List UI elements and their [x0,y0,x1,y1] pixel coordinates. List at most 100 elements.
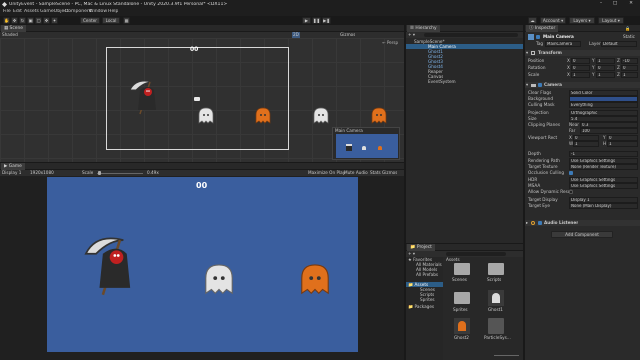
scene-gizmos-dropdown[interactable]: Gizmos [340,32,355,38]
camera-header[interactable]: ▾ Camera [525,82,640,88]
maximize-button[interactable]: □ [610,1,620,7]
tab-hierarchy[interactable]: ☰ Hierarchy [407,25,440,32]
resolution-dropdown[interactable]: 1920x1080 [30,170,54,176]
scale-slider-thumb[interactable] [98,171,101,175]
grid-snap-button[interactable]: ▦ [123,17,130,24]
near-field[interactable]: 0.3 [580,122,638,128]
scene-ghost-white-2[interactable] [313,107,329,125]
pause-button[interactable]: ❚❚ [312,17,321,24]
grid-item-scripts[interactable]: Scripts [484,263,508,285]
scene-ghost-white-1[interactable] [198,107,214,125]
scale-y[interactable]: 1 [596,72,615,78]
viewport-y[interactable]: 0 [607,135,638,141]
rotation-y[interactable]: 0 [596,65,615,71]
local-toggle[interactable]: Local [102,17,120,24]
size-field[interactable]: 5.4 [569,116,638,122]
clear-flags-dropdown[interactable]: Solid Color [569,90,638,96]
scene-reaper-sprite[interactable] [126,76,160,116]
static-toggle[interactable]: Static [623,34,635,40]
occlusion-culling-checkbox[interactable] [569,171,573,175]
tab-scene[interactable]: ▦ Scene [1,25,26,32]
scale-x[interactable]: 1 [571,72,590,78]
custom-tool-button[interactable]: ✦ [51,17,58,24]
layers-dropdown[interactable]: Layers ▾ [569,17,595,24]
packages-folder[interactable]: 📁 Packages [408,304,434,310]
camera-enabled-checkbox[interactable] [538,83,542,87]
layout-dropdown[interactable]: Layout ▾ [598,17,624,24]
audio-listener-header[interactable]: ▸ Audio Listener [525,220,640,226]
hierarchy-search-input[interactable] [424,33,518,37]
favorites-item[interactable]: All Prefabs [416,272,438,278]
display-dropdown[interactable]: Display 1 [2,170,21,176]
move-tool-button[interactable]: ✥ [11,17,18,24]
grid-item-particle-system[interactable]: ParticleSys... [484,318,511,344]
viewport-x[interactable]: 0 [573,135,599,141]
culling-mask-dropdown[interactable]: Everything [569,102,638,108]
menu-help[interactable]: Help [108,9,118,15]
close-button[interactable]: ✕ [626,1,636,7]
scene-canvas[interactable]: 00 ← Persp Main Camera [0,38,404,162]
tab-inspector[interactable]: ⓘ Inspector [526,25,559,32]
rendering-path-dropdown[interactable]: Use Graphics Settings [569,158,638,164]
menu-assets[interactable]: Assets [24,9,39,15]
audio-listener-checkbox[interactable] [538,221,542,225]
object-name-field[interactable]: Main Camera [543,34,574,40]
step-button[interactable]: ▶❚ [322,17,331,24]
projection-dropdown[interactable]: Orthographic [569,110,638,116]
shading-mode-dropdown[interactable]: Shaded [2,32,18,38]
position-y[interactable]: 1 [596,58,615,64]
menu-edit[interactable]: Edit [13,9,22,15]
mute-audio-toggle[interactable]: Mute Audio [344,170,368,176]
grid-item-ghost1[interactable]: Ghost1 [484,290,508,314]
camera-gizmo-icon[interactable] [194,97,200,101]
scale-z[interactable]: 1 [621,72,638,78]
minimize-button[interactable]: – [596,1,606,7]
rotate-tool-button[interactable]: ↻ [19,17,26,24]
collab-cloud-button[interactable]: ☁ [528,17,537,24]
menu-component[interactable]: Component [65,9,92,15]
menu-window[interactable]: Window [89,9,107,15]
viewport-w[interactable]: 1 [573,141,599,147]
tab-project[interactable]: 📁 Project [407,244,435,251]
stats-toggle[interactable]: Stats [370,170,381,176]
project-create-button[interactable]: + ▾ [408,251,415,257]
project-breadcrumb[interactable]: Assets [446,257,460,263]
scene-score-text[interactable]: 00 [190,46,198,53]
depth-field[interactable]: -1 [569,151,638,157]
hierarchy-row[interactable]: EventSystem [406,79,523,84]
account-dropdown[interactable]: Account ▾ [540,17,566,24]
target-eye-dropdown[interactable]: None (Main Display) [569,203,638,209]
transform-header[interactable]: ▾ Transform [525,50,640,56]
hierarchy-create-button[interactable]: + ▾ [408,32,415,38]
grid-item-scenes[interactable]: Scenes [450,263,474,285]
rotation-z[interactable]: 0 [621,65,638,71]
game-gizmos-dropdown[interactable]: Gizmos [382,170,397,176]
center-toggle[interactable]: Center [80,17,100,24]
tab-game[interactable]: ▶ Game [1,163,25,170]
far-field[interactable]: 100 [580,128,638,134]
thumbnail-size-slider[interactable] [494,355,519,356]
dynamic-resolution-checkbox[interactable] [569,190,573,194]
asset-folder[interactable]: Sprites [420,297,435,303]
game-ghost-orange[interactable] [299,263,331,297]
play-button[interactable]: ▶ [302,17,311,24]
target-display-dropdown[interactable]: Display 1 [569,197,638,203]
maximize-on-play-toggle[interactable]: Maximize On Play [308,170,345,176]
target-texture-field[interactable]: None (Render Texture) [569,164,638,170]
scene-2d-toggle[interactable]: 2D [292,32,300,38]
scene-orientation-gizmo[interactable]: ← Persp [376,40,398,50]
game-viewport[interactable]: 00 [47,177,358,352]
rotation-x[interactable]: 0 [571,65,590,71]
position-z[interactable]: -10 [621,58,638,64]
project-search-input[interactable] [446,252,506,256]
hand-tool-button[interactable]: ✋ [3,17,10,24]
rect-tool-button[interactable]: ▢ [35,17,42,24]
transform-tool-button[interactable]: ❖ [43,17,50,24]
hdr-dropdown[interactable]: Use Graphics Settings [569,177,638,183]
grid-item-ghost2[interactable]: Ghost2 [450,318,474,344]
inspector-lock-icon[interactable]: 🔒 [625,26,630,32]
tag-dropdown[interactable]: MainCamera [545,41,581,47]
menu-file[interactable]: File [3,9,11,15]
scene-ghost-orange-1[interactable] [255,107,271,125]
scene-ghost-orange-2[interactable] [371,107,387,125]
